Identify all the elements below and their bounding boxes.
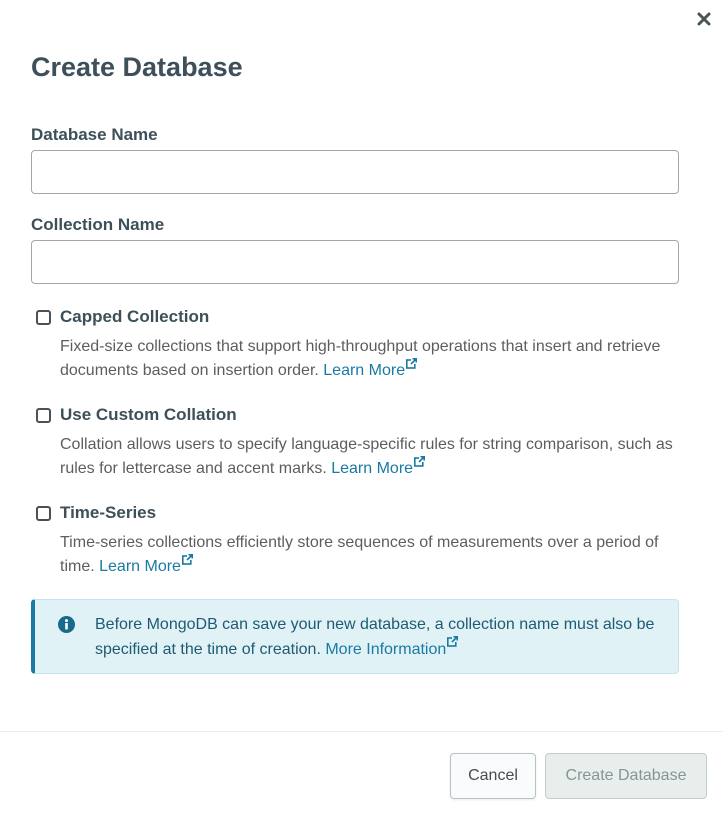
database-name-input[interactable] [31, 150, 679, 194]
time-series-learn-more-link[interactable]: Learn More [99, 554, 193, 575]
external-link-icon [447, 636, 459, 647]
footer-divider [0, 731, 723, 732]
close-button[interactable] [695, 10, 713, 28]
custom-collation-title: Use Custom Collation [60, 405, 237, 424]
learn-more-label: Learn More [323, 362, 406, 379]
external-link-icon [181, 554, 193, 565]
collection-name-input[interactable] [31, 240, 679, 284]
info-banner: Before MongoDB can save your new databas… [31, 599, 679, 674]
dialog-title: Create Database [31, 52, 243, 82]
time-series-description: Time-series collections efficiently stor… [60, 531, 686, 579]
database-name-label: Database Name [31, 125, 158, 144]
capped-collection-title: Capped Collection [60, 307, 210, 326]
external-link-icon [414, 456, 426, 467]
cancel-button[interactable]: Cancel [450, 753, 536, 799]
collection-name-label: Collection Name [31, 215, 165, 234]
capped-collection-checkbox[interactable] [36, 309, 51, 325]
info-icon [58, 616, 75, 633]
custom-collation-learn-more-link[interactable]: Learn More [331, 456, 426, 477]
time-series-title: Time-Series [60, 503, 157, 522]
create-database-button[interactable]: Create Database [545, 753, 707, 799]
time-series-checkbox[interactable] [36, 505, 51, 521]
capped-collection-description: Fixed-size collections that support high… [60, 335, 686, 383]
close-icon [697, 12, 711, 26]
custom-collation-description: Collation allows users to specify langua… [60, 433, 686, 481]
time-series-option: Time-Series Time-series collections effi… [36, 503, 686, 579]
custom-collation-checkbox[interactable] [36, 407, 51, 423]
learn-more-label: Learn More [331, 460, 414, 477]
custom-collation-option: Use Custom Collation Collation allows us… [36, 405, 686, 481]
more-information-link[interactable]: More Information [325, 636, 459, 658]
external-link-icon [406, 358, 418, 369]
info-banner-text: Before MongoDB can save your new databas… [95, 612, 655, 662]
capped-collection-learn-more-link[interactable]: Learn More [323, 358, 418, 379]
capped-collection-option: Capped Collection Fixed-size collections… [36, 307, 686, 383]
more-information-label: More Information [325, 641, 447, 658]
learn-more-label: Learn More [99, 558, 181, 575]
